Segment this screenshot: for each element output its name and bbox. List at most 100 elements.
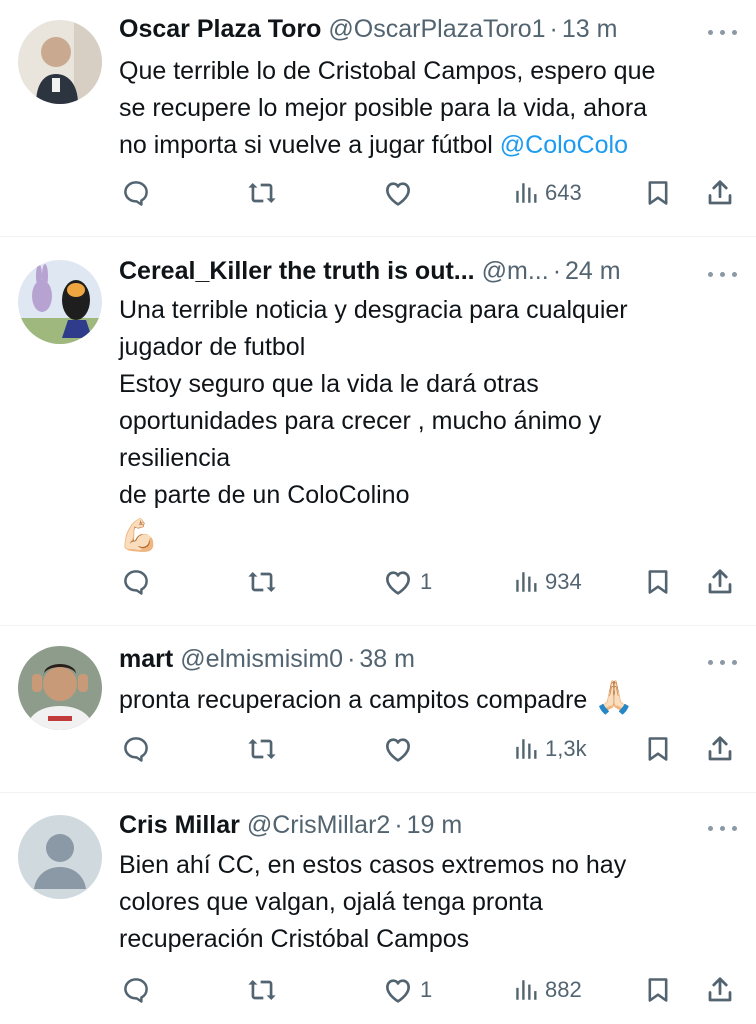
- reply-button[interactable]: [121, 562, 151, 602]
- user-handle[interactable]: @m...: [482, 257, 549, 286]
- views-icon: [513, 569, 539, 595]
- share-icon: [705, 567, 735, 597]
- user-handle[interactable]: @CrisMillar2: [247, 811, 390, 840]
- bookmark-icon: [644, 734, 672, 764]
- views-icon: [513, 977, 539, 1003]
- retweet-icon: [246, 733, 278, 765]
- more-icon[interactable]: [706, 652, 740, 672]
- reply-icon: [121, 567, 151, 597]
- flexed-biceps-emoji: 💪🏻: [119, 517, 159, 553]
- view-count: 1,3k: [545, 736, 587, 761]
- like-button[interactable]: 1: [382, 562, 432, 602]
- like-button[interactable]: 1: [382, 970, 432, 1010]
- tweet-header: Oscar Plaza Toro @OscarPlazaToro1 · 13 m: [119, 15, 696, 47]
- tweet-text: pronta recuperacion a campitos compadre …: [119, 680, 739, 719]
- dot-separator: ·: [549, 15, 558, 43]
- views-button[interactable]: 934: [513, 562, 582, 602]
- retweet-button[interactable]: [246, 729, 278, 769]
- folded-hands-emoji: 🙏🏻: [594, 679, 635, 715]
- retweet-button[interactable]: [246, 173, 278, 213]
- avatar[interactable]: [18, 260, 102, 344]
- reply-button[interactable]: [121, 729, 151, 769]
- share-icon: [705, 975, 735, 1005]
- tweet-header: Cereal_Killer the truth is out... @m... …: [119, 257, 696, 289]
- tweet-header: mart @elmismisim0 · 38 m: [119, 645, 696, 677]
- heart-icon: [382, 566, 414, 598]
- tweet[interactable]: Oscar Plaza Toro @OscarPlazaToro1 · 13 m…: [0, 0, 756, 236]
- user-handle[interactable]: @OscarPlazaToro1: [328, 15, 545, 44]
- view-count: 882: [545, 977, 582, 1002]
- bookmark-icon: [644, 567, 672, 597]
- retweet-icon: [246, 177, 278, 209]
- share-button[interactable]: [705, 729, 735, 769]
- timestamp[interactable]: 38 m: [359, 645, 415, 674]
- reply-icon: [121, 178, 151, 208]
- tweet-body: Una terrible noticia y desgracia para cu…: [119, 296, 628, 509]
- tweet-header: Cris Millar @CrisMillar2 · 19 m: [119, 811, 696, 843]
- like-count: 1: [420, 977, 433, 1002]
- share-button[interactable]: [705, 562, 735, 602]
- views-button[interactable]: 1,3k: [513, 729, 587, 769]
- like-count: 1: [420, 569, 433, 594]
- retweet-button[interactable]: [246, 970, 278, 1010]
- retweet-icon: [246, 974, 278, 1006]
- share-button[interactable]: [705, 970, 735, 1010]
- dot-separator: ·: [394, 811, 403, 839]
- tweet[interactable]: Cereal_Killer the truth is out... @m... …: [0, 237, 756, 625]
- more-icon[interactable]: [706, 22, 740, 42]
- user-handle[interactable]: @elmismisim0: [180, 645, 343, 674]
- share-button[interactable]: [705, 173, 735, 213]
- reply-icon: [121, 975, 151, 1005]
- bookmark-button[interactable]: [644, 173, 672, 213]
- views-icon: [513, 736, 539, 762]
- mention-link[interactable]: @ColoColo: [500, 131, 628, 159]
- timestamp[interactable]: 19 m: [407, 811, 463, 840]
- action-bar: 1,3k: [0, 729, 756, 769]
- dot-separator: ·: [552, 257, 562, 285]
- bookmark-icon: [644, 178, 672, 208]
- view-count: 934: [545, 569, 582, 594]
- share-icon: [705, 178, 735, 208]
- heart-icon: [382, 177, 414, 209]
- more-icon[interactable]: [706, 264, 740, 284]
- avatar[interactable]: [18, 646, 102, 730]
- views-icon: [513, 180, 539, 206]
- tweet-text: Una terrible noticia y desgracia para cu…: [119, 292, 739, 514]
- avatar[interactable]: [18, 815, 102, 899]
- share-icon: [705, 734, 735, 764]
- tweet-text: Bien ahí CC, en estos casos extremos no …: [119, 847, 739, 958]
- timestamp[interactable]: 24 m: [565, 257, 621, 286]
- bookmark-button[interactable]: [644, 970, 672, 1010]
- reply-button[interactable]: [121, 173, 151, 213]
- avatar[interactable]: [18, 20, 102, 104]
- action-bar: 1 882: [0, 970, 756, 1010]
- display-name[interactable]: Cereal_Killer the truth is out...: [119, 257, 475, 286]
- heart-icon: [382, 733, 414, 765]
- timestamp[interactable]: 13 m: [562, 15, 618, 44]
- like-button[interactable]: [382, 173, 420, 213]
- views-button[interactable]: 643: [513, 173, 582, 213]
- more-icon[interactable]: [706, 818, 740, 838]
- tweet-body: pronta recuperacion a campitos compadre: [119, 686, 595, 714]
- retweet-button[interactable]: [246, 562, 278, 602]
- action-bar: 643: [0, 173, 756, 213]
- tweet-body: Bien ahí CC, en estos casos extremos no …: [119, 851, 627, 953]
- display-name[interactable]: mart: [119, 645, 173, 674]
- retweet-icon: [246, 566, 278, 598]
- like-button[interactable]: [382, 729, 420, 769]
- display-name[interactable]: Cris Millar: [119, 811, 240, 840]
- tweet[interactable]: mart @elmismisim0 · 38 m pronta recupera…: [0, 626, 756, 792]
- dot-separator: ·: [347, 645, 356, 673]
- tweet[interactable]: Cris Millar @CrisMillar2 · 19 m Bien ahí…: [0, 793, 756, 1024]
- display-name[interactable]: Oscar Plaza Toro: [119, 15, 321, 44]
- reply-button[interactable]: [121, 970, 151, 1010]
- bookmark-button[interactable]: [644, 729, 672, 769]
- bookmark-button[interactable]: [644, 562, 672, 602]
- view-count: 643: [545, 180, 582, 205]
- action-bar: 1 934: [0, 562, 756, 602]
- tweet-text: Que terrible lo de Cristobal Campos, esp…: [119, 53, 739, 164]
- bookmark-icon: [644, 975, 672, 1005]
- reply-icon: [121, 734, 151, 764]
- heart-icon: [382, 974, 414, 1006]
- views-button[interactable]: 882: [513, 970, 582, 1010]
